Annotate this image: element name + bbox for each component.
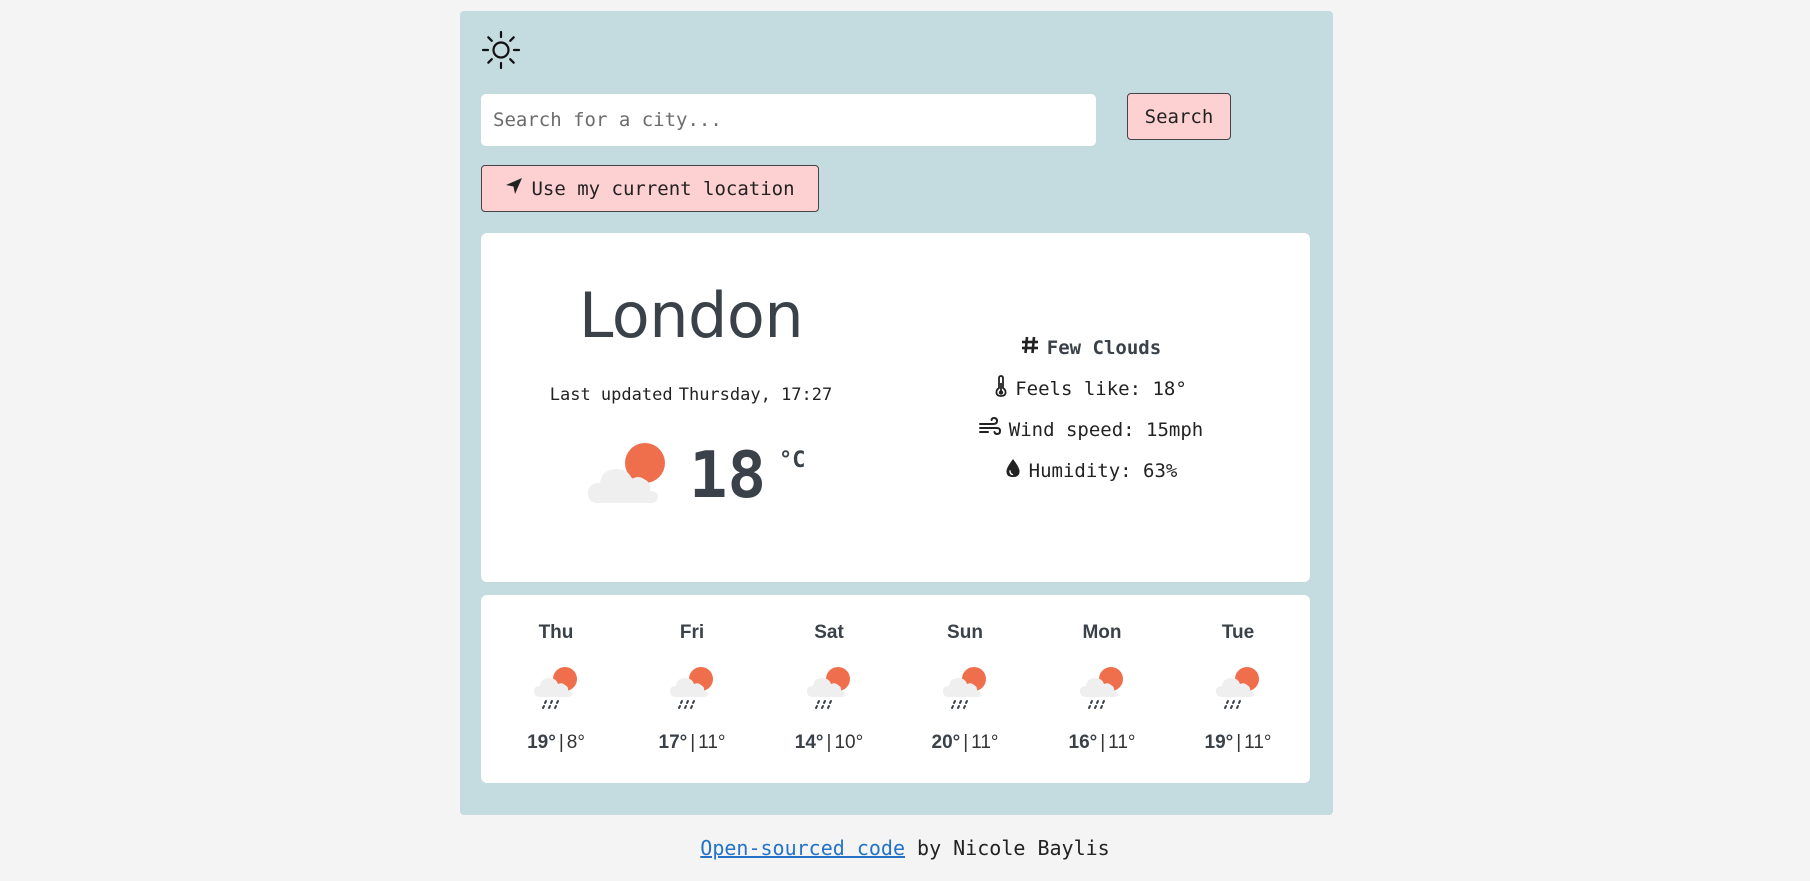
wind-speed-text: Wind speed: 15mph xyxy=(1008,418,1204,441)
forecast-separator: | xyxy=(1100,732,1106,753)
description-text: Few Clouds xyxy=(1046,336,1162,359)
forecast-separator: | xyxy=(826,732,832,753)
forecast-temps: 19° | 11° xyxy=(1178,732,1298,754)
forecast-low: 8° xyxy=(566,732,585,753)
forecast-temps: 19° | 8° xyxy=(496,732,616,754)
forecast-high: 20° xyxy=(931,732,961,753)
forecast-day: Sat 14° | 10° xyxy=(769,595,889,783)
humidity: Humidity: 63% xyxy=(1005,450,1178,491)
last-updated-prefix: Last updated xyxy=(549,385,673,405)
forecast-day-name: Tue xyxy=(1221,622,1255,643)
search-button[interactable]: Search xyxy=(1127,93,1231,140)
search-input[interactable] xyxy=(481,94,1096,146)
cloud-sun-rain-icon xyxy=(1214,665,1264,711)
forecast-day-name: Thu xyxy=(538,622,574,643)
last-updated-time: Thursday, 17:27 xyxy=(678,385,833,405)
forecast-low: 11° xyxy=(698,732,726,753)
hashtag-icon xyxy=(1021,335,1039,360)
wind-speed: Wind speed: 15mph xyxy=(978,409,1204,450)
forecast-day: Sun 20° | 11° xyxy=(905,595,1025,783)
forecast-day-name: Sat xyxy=(814,622,844,643)
forecast-temps: 14° | 10° xyxy=(769,732,889,754)
droplet-icon xyxy=(1005,458,1021,483)
forecast-high: 14° xyxy=(794,732,824,753)
wind-icon xyxy=(978,416,1001,442)
forecast-high: 19° xyxy=(527,732,556,753)
footer: Open-sourced code by Nicole Baylis xyxy=(0,836,1810,860)
forecast-low: 11° xyxy=(971,732,999,753)
forecast-temps: 17° | 11° xyxy=(632,732,752,754)
temperature-unit[interactable]: °C xyxy=(779,448,806,473)
forecast-day-name: Fri xyxy=(679,622,705,643)
current-location-label: Use my current location xyxy=(531,177,795,200)
forecast-low: 11° xyxy=(1244,732,1272,753)
cloud-sun-rain-icon xyxy=(805,665,855,711)
forecast-separator: | xyxy=(690,732,696,753)
cloud-sun-rain-icon xyxy=(532,665,582,711)
city-name: London xyxy=(578,279,804,352)
forecast-high: 17° xyxy=(658,732,688,753)
forecast-low: 11° xyxy=(1108,732,1136,753)
forecast-card: Thu 19° | 8° Fri 17° | 11° Sat 14° | 10° Sun xyxy=(481,595,1310,783)
current-weather-card: London Last updated Thursday, 17:27 18 °C xyxy=(481,233,1310,582)
current-temperature: 18 xyxy=(689,439,767,513)
forecast-separator: | xyxy=(1236,732,1242,753)
forecast-temps: 16° | 11° xyxy=(1042,732,1162,754)
forecast-separator: | xyxy=(558,732,564,753)
feels-like-text: Feels like: 18° xyxy=(1015,377,1187,400)
current-location-button[interactable]: Use my current location xyxy=(481,165,819,212)
humidity-text: Humidity: 63% xyxy=(1028,459,1178,482)
forecast-separator: | xyxy=(963,732,969,753)
forecast-day: Thu 19° | 8° xyxy=(496,595,616,783)
weather-description: Few Clouds xyxy=(1021,327,1161,368)
weather-app: Search Use my current location London La… xyxy=(460,11,1333,815)
forecast-temps: 20° | 11° xyxy=(905,732,1025,754)
last-updated: Last updated Thursday, 17:27 xyxy=(481,385,901,405)
cloud-sun-rain-icon xyxy=(668,665,718,711)
forecast-high: 19° xyxy=(1204,732,1234,753)
forecast-day-name: Sun xyxy=(947,622,983,643)
sun-icon[interactable] xyxy=(480,29,522,71)
source-code-link[interactable]: Open-sourced code xyxy=(700,836,905,860)
location-arrow-icon xyxy=(505,177,523,200)
forecast-high: 16° xyxy=(1068,732,1098,753)
forecast-day: Fri 17° | 11° xyxy=(632,595,752,783)
forecast-low: 10° xyxy=(834,732,864,753)
cloud-sun-rain-icon xyxy=(941,665,991,711)
author-credit: by Nicole Baylis xyxy=(917,836,1110,860)
feels-like: Feels like: 18° xyxy=(995,368,1187,409)
cloud-sun-rain-icon xyxy=(1078,665,1128,711)
forecast-day-name: Mon xyxy=(1082,622,1122,643)
forecast-day: Tue 19° | 11° xyxy=(1178,595,1298,783)
cloud-sun-icon xyxy=(586,439,674,509)
forecast-day: Mon 16° | 11° xyxy=(1042,595,1162,783)
weather-details: Few Clouds Feels like: 18° Wind speed: 1… xyxy=(961,327,1221,491)
thermometer-icon xyxy=(995,375,1007,402)
